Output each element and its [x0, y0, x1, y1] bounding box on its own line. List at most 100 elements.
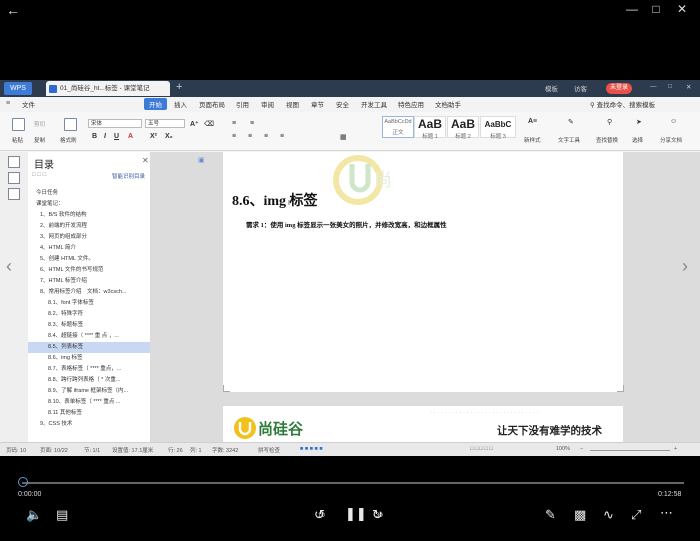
seek-bar[interactable]: [22, 482, 684, 484]
smart-toc-button[interactable]: 智能识别目录: [112, 172, 145, 180]
bold-button[interactable]: B: [92, 133, 97, 140]
back-arrow-icon[interactable]: ←: [6, 2, 20, 18]
minimize-icon[interactable]: —: [622, 2, 642, 16]
format-painter-label[interactable]: 格式刷: [60, 136, 77, 144]
toc-item[interactable]: 8.3、标题标签: [28, 320, 150, 331]
toc-item[interactable]: 8.11 其他标签: [28, 408, 150, 419]
zoom-out-icon[interactable]: −: [580, 446, 583, 452]
toc-item[interactable]: 8.6、img 标签: [28, 353, 150, 364]
close-icon[interactable]: ✕: [686, 83, 691, 91]
toc-item[interactable]: 8.7、表格标签（ **** 重点，...: [28, 364, 150, 375]
menu-chapter[interactable]: 章节: [311, 99, 324, 109]
toc-item[interactable]: 6、HTML 文件的书写规范: [28, 265, 150, 276]
toc-tools-icon[interactable]: □ □ □: [32, 172, 46, 178]
new-style-icon[interactable]: A≡: [528, 118, 537, 125]
maximize-icon[interactable]: □: [646, 2, 666, 16]
toc-item[interactable]: 今日任务: [28, 188, 150, 199]
menu-insert[interactable]: 插入: [174, 99, 187, 109]
menu-home[interactable]: 开始: [144, 98, 167, 110]
pages-panel-icon[interactable]: [8, 172, 20, 184]
toc-item[interactable]: 1、B/S 软件的结构: [28, 210, 150, 221]
volume-icon[interactable]: 🔈: [26, 507, 42, 523]
toc-item[interactable]: 9、CSS 技术: [28, 419, 150, 430]
toc-item[interactable]: 8.8、跨行跨列表格（ * 次重...: [28, 375, 150, 386]
menu-layout[interactable]: 页面布局: [199, 99, 225, 109]
paste-icon[interactable]: [12, 118, 25, 131]
align-left-icon[interactable]: ≡: [232, 133, 236, 140]
toc-item[interactable]: 5、创建 HTML 文件。: [28, 254, 150, 265]
seek-thumb[interactable]: [18, 477, 28, 487]
text-tools-icon[interactable]: ✎: [568, 118, 574, 126]
wps-app-tab[interactable]: WPS: [4, 82, 32, 95]
minimize-icon[interactable]: —: [650, 83, 657, 90]
justify-icon[interactable]: ≡: [280, 133, 284, 140]
menu-assistant[interactable]: 文档助手: [435, 99, 461, 109]
align-right-icon[interactable]: ≡: [264, 133, 268, 140]
zoom-in-icon[interactable]: +: [674, 446, 677, 452]
style-heading3[interactable]: AaBbC 标题 3: [480, 116, 516, 140]
toc-item[interactable]: 3、网页的组成部分: [28, 232, 150, 243]
view-mode-icons[interactable]: □ □ □ □ □: [470, 446, 493, 452]
subtitles-icon[interactable]: ▤: [56, 507, 68, 523]
style-heading2[interactable]: AaB 标题 2: [447, 116, 479, 140]
visitor-link[interactable]: 访客: [574, 83, 587, 93]
toc-panel-icon[interactable]: [8, 156, 20, 168]
next-arrow-icon[interactable]: ›: [682, 256, 688, 277]
menu-view[interactable]: 视图: [286, 99, 299, 109]
find-replace-icon[interactable]: ⚲: [607, 118, 612, 126]
menu-developer[interactable]: 开发工具: [361, 99, 387, 109]
edit-icon[interactable]: ✎: [545, 507, 556, 523]
previous-arrow-icon[interactable]: ‹: [6, 256, 12, 277]
numbered-list-icon[interactable]: ≡: [250, 120, 254, 127]
menu-review[interactable]: 审阅: [261, 99, 274, 109]
cast-icon[interactable]: ∿: [603, 507, 614, 523]
bookmark-panel-icon[interactable]: [8, 188, 20, 200]
font-color-button[interactable]: A: [128, 133, 133, 140]
share-icon[interactable]: ☺: [670, 118, 677, 125]
toc-item[interactable]: 8.2、特殊字符: [28, 309, 150, 320]
text-tools-button[interactable]: 文字工具: [558, 136, 580, 144]
miniplayer-icon[interactable]: ▩: [574, 507, 586, 523]
italic-button[interactable]: I: [104, 133, 106, 140]
new-tab-icon[interactable]: +: [176, 81, 182, 93]
style-normal[interactable]: AaBbCcDd 正文: [382, 116, 414, 138]
toc-item[interactable]: 8.9、了解 iframe 框架标签（内...: [28, 386, 150, 397]
format-painter-icon[interactable]: [64, 118, 77, 131]
toc-item[interactable]: 8.4、超链接（ **** 重 点 ，...: [28, 331, 150, 342]
borders-icon[interactable]: ▦: [340, 133, 347, 141]
document-tab[interactable]: 01_尚硅谷_ht...标签 - 课堂笔记: [46, 81, 170, 96]
toc-item[interactable]: 4、HTML 简介: [28, 243, 150, 254]
hamburger-icon[interactable]: ≡: [6, 100, 10, 107]
template-link[interactable]: 模板: [545, 83, 558, 93]
menu-references[interactable]: 引用: [236, 99, 249, 109]
paste-label[interactable]: 粘贴: [12, 136, 23, 144]
search-commands[interactable]: ⚲ 查找命令、搜索模板: [590, 99, 655, 109]
cut-button[interactable]: 剪切: [34, 120, 45, 128]
select-icon[interactable]: ➤: [636, 118, 642, 126]
doc-nav-icon[interactable]: ▣: [198, 156, 205, 164]
toc-item[interactable]: 8.10、表单标签（ **** 重点 ...: [28, 397, 150, 408]
document-page[interactable]: [223, 152, 623, 392]
more-options-icon[interactable]: ⋯: [660, 505, 673, 521]
toc-item[interactable]: 8、常用标签介绍 文档：w3csch...: [28, 287, 150, 298]
zoom-slider[interactable]: [590, 450, 670, 451]
status-tools-icon[interactable]: ■ ■ ■ ■ ■: [300, 446, 323, 452]
align-center-icon[interactable]: ≡: [248, 133, 252, 140]
close-icon[interactable]: ✕: [142, 156, 149, 165]
menu-file[interactable]: 文件: [22, 99, 35, 109]
menu-features[interactable]: 特色应用: [398, 99, 424, 109]
clear-format-icon[interactable]: ⌫: [204, 120, 214, 128]
pause-icon[interactable]: ❚❚: [345, 506, 367, 522]
spell-check-toggle[interactable]: 拼写检查: [258, 446, 280, 454]
toc-item[interactable]: 8.5、列表标签: [28, 342, 150, 353]
copy-button[interactable]: 复制: [34, 136, 45, 144]
style-heading1[interactable]: AaB 标题 1: [414, 116, 446, 140]
superscript-button[interactable]: X²: [150, 133, 157, 140]
toc-item[interactable]: 7、HTML 标签介绍: [28, 276, 150, 287]
font-size-select[interactable]: 五号: [145, 119, 185, 128]
toc-item[interactable]: 8.1、font 字体标签: [28, 298, 150, 309]
find-replace-button[interactable]: 查找替换: [596, 136, 618, 144]
restore-icon[interactable]: □: [668, 83, 672, 90]
fullscreen-icon[interactable]: ⤢: [631, 507, 641, 523]
list-icon[interactable]: ≡: [232, 120, 236, 127]
